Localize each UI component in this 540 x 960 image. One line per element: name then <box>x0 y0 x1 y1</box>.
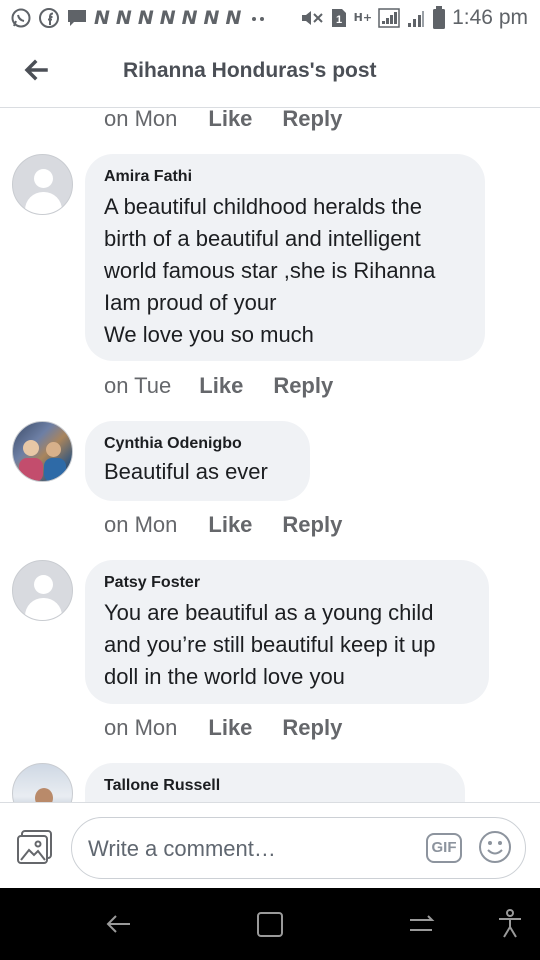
avatar[interactable] <box>12 763 73 802</box>
comment-actions: on Mon Like Reply <box>104 108 342 132</box>
comment-bubble[interactable]: Patsy Foster You are beautiful as a youn… <box>85 560 489 704</box>
nav-back-icon[interactable] <box>102 908 134 940</box>
comments-list[interactable]: on Mon Like Reply Amira Fathi A beautifu… <box>0 108 540 802</box>
avatar[interactable] <box>12 560 73 621</box>
system-nav-bar <box>0 888 540 960</box>
comment-placeholder: Write a comment… <box>88 836 276 861</box>
comment-actions: on Mon Like Reply <box>104 715 342 741</box>
network-type: H+ <box>353 11 373 24</box>
notification-n-icon-3: N <box>137 7 154 29</box>
comment-time[interactable]: on Mon <box>104 108 177 132</box>
comment-text: Beautiful as ever <box>104 459 268 484</box>
comment-author[interactable]: Cynthia Odenigbo <box>104 435 291 453</box>
avatar[interactable] <box>12 154 73 215</box>
comment-text: You are beautiful as a young child and y… <box>104 600 436 689</box>
comment-composer: Write a comment… GIF <box>0 802 540 888</box>
comment-text: A beautiful childhood heralds the birth … <box>104 194 436 347</box>
notification-n-icon-7: N <box>225 7 242 29</box>
system-icons: 1 H+ 1:46 pm <box>300 6 528 30</box>
photo-icon[interactable] <box>16 829 54 865</box>
notification-n-icon-1: N <box>94 7 110 29</box>
comment-author[interactable]: Tallone Russell <box>104 777 446 795</box>
recents-icon[interactable] <box>406 908 438 940</box>
message-icon <box>68 10 86 26</box>
status-bar: N N N N N N N 1 H+ 1:46 pm <box>0 0 540 36</box>
reply-button[interactable]: Reply <box>282 715 342 741</box>
comment-actions: on Tue Like Reply <box>104 373 333 399</box>
notification-n-icon-6: N <box>203 7 220 29</box>
reply-button[interactable]: Reply <box>273 373 333 399</box>
whatsapp-icon <box>11 8 31 28</box>
comment-time[interactable]: on Mon <box>104 715 177 741</box>
home-icon[interactable] <box>254 908 286 940</box>
reply-button[interactable]: Reply <box>282 108 342 132</box>
comment-actions: on Mon Like Reply <box>104 512 342 538</box>
clock: 1:46 pm <box>452 6 528 29</box>
comment-time[interactable]: on Tue <box>104 373 171 399</box>
like-button[interactable]: Like <box>208 512 252 538</box>
page-title: Rihanna Honduras's post <box>123 59 377 82</box>
post-header: Rihanna Honduras's post <box>0 36 540 108</box>
facebook-icon <box>39 8 59 28</box>
notification-n-icon-5: N <box>181 7 198 29</box>
signal-icon <box>378 8 400 28</box>
more-notifications-icon <box>252 17 265 21</box>
arrow-left-icon[interactable] <box>20 54 52 86</box>
like-button[interactable]: Like <box>208 715 252 741</box>
reply-button[interactable]: Reply <box>282 512 342 538</box>
comment-bubble[interactable]: Amira Fathi A beautiful childhood herald… <box>85 154 485 361</box>
sim-icon: 1 <box>331 9 346 27</box>
like-button[interactable]: Like <box>208 108 252 132</box>
comment-bubble[interactable]: Cynthia Odenigbo Beautiful as ever <box>85 421 310 501</box>
comment-time[interactable]: on Mon <box>104 512 177 538</box>
gif-button[interactable]: GIF <box>426 833 462 863</box>
sim-number: 1 <box>336 14 342 26</box>
like-button[interactable]: Like <box>199 373 243 399</box>
comment-bubble[interactable]: Tallone Russell <box>85 763 465 802</box>
notification-n-icon-4: N <box>159 7 176 29</box>
comment-author[interactable]: Amira Fathi <box>104 168 466 186</box>
accessibility-icon[interactable] <box>494 908 526 940</box>
mute-icon <box>301 11 323 25</box>
battery-icon <box>433 6 446 29</box>
signal-icon-2 <box>408 11 425 27</box>
comment-author[interactable]: Patsy Foster <box>104 574 470 592</box>
notification-n-icon-2: N <box>115 7 132 29</box>
notification-icons: N N N N N N N <box>10 7 269 29</box>
comment-input[interactable]: Write a comment… GIF <box>71 817 526 879</box>
avatar[interactable] <box>12 421 73 482</box>
emoji-icon[interactable] <box>478 830 512 864</box>
